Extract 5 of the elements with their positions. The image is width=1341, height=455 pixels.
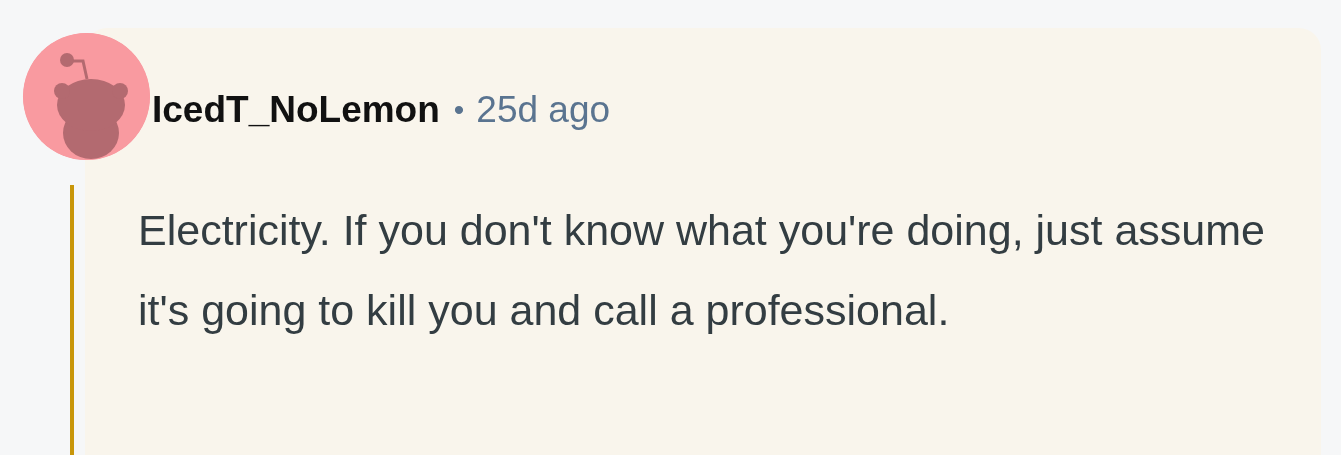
avatar-icon [23,33,150,160]
post-age: 25d ago [476,88,611,131]
username[interactable]: IcedT_NoLemon [152,88,440,131]
comment-text: Electricity. If you don't know what you're doing, just assume it's going to kill you and call a professional. [138,205,1266,336]
separator-dot: • [453,92,465,127]
